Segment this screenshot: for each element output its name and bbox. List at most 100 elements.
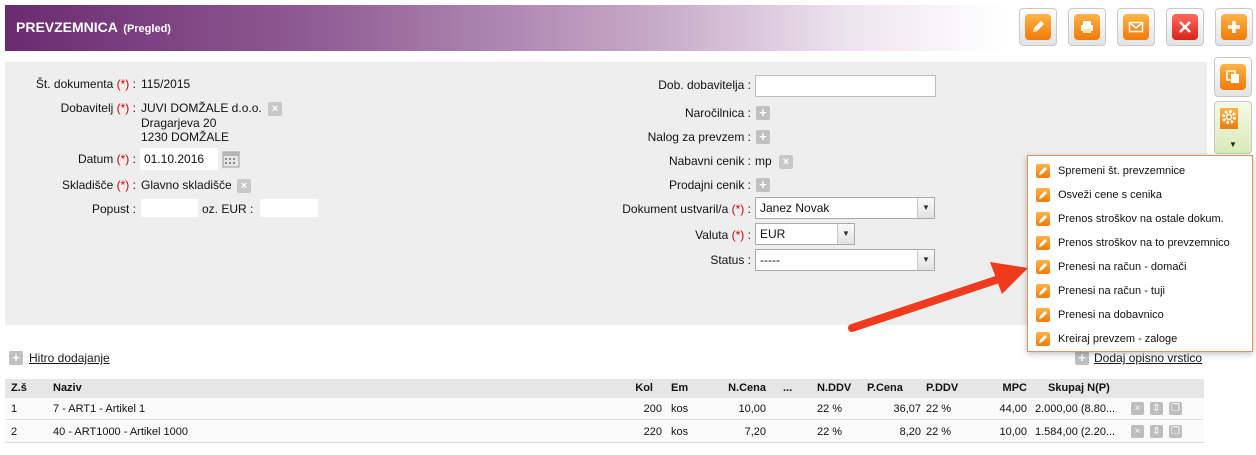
cell-naziv: 7 - ART1 - Artikel 1 xyxy=(53,403,146,415)
cell-zs: 1 xyxy=(11,403,18,415)
currency-label: Valuta (*) : xyxy=(695,228,751,242)
receipt-order-label: Nalog za prevzem : xyxy=(647,130,751,144)
calendar-icon[interactable] xyxy=(222,150,240,171)
close-icon xyxy=(1172,14,1198,40)
menu-item-invoice-foreign[interactable]: Prenesi na račun - tuji xyxy=(1036,281,1248,301)
supplier-doc-label: Dob. dobavitelja : xyxy=(658,78,751,92)
add-description-row-icon[interactable]: + xyxy=(1075,351,1089,365)
supplier-city: 1230 DOMŽALE xyxy=(141,130,230,144)
edit-icon xyxy=(1036,308,1050,322)
purchase-price-label: Nabavni cenik : xyxy=(668,154,751,168)
supplier-address: Dragarjeva 20 xyxy=(141,116,217,130)
col-pddv[interactable]: P.DDV xyxy=(926,382,958,394)
menu-item-costs-this-doc[interactable]: Prenos stroškov na to prevzemnico xyxy=(1036,233,1248,253)
cell-zs: 2 xyxy=(11,426,18,438)
delete-row-icon[interactable]: × xyxy=(1131,402,1144,415)
col-zs[interactable]: Z.š xyxy=(11,382,27,394)
page-title: PREVZEMNICA (Pregled) xyxy=(16,19,171,35)
settings-button[interactable]: ▼ xyxy=(1214,101,1252,154)
created-by-label: Dokument ustvaril/a (*) : xyxy=(622,202,751,216)
currency-value: EUR xyxy=(760,227,786,241)
print-button[interactable] xyxy=(1068,8,1106,46)
delete-row-icon[interactable]: × xyxy=(1131,425,1144,438)
edit-button[interactable] xyxy=(1019,8,1057,46)
menu-item-invoice-domestic[interactable]: Prenesi na račun - domači xyxy=(1036,257,1248,277)
cell-skupaj: 2.000,00 (8.80... xyxy=(1035,403,1116,415)
cell-pddv: 22 % xyxy=(926,426,952,438)
col-naziv[interactable]: Naziv xyxy=(53,382,82,394)
cell-ncena: 7,20 xyxy=(744,426,766,438)
clear-warehouse-icon[interactable]: × xyxy=(237,179,251,193)
move-row-icon[interactable]: ⇕ xyxy=(1150,425,1163,438)
add-button[interactable] xyxy=(1215,8,1253,46)
col-em[interactable]: Em xyxy=(671,382,688,394)
copy-button[interactable] xyxy=(1214,57,1252,97)
created-by-value: Janez Novak xyxy=(760,201,830,215)
edit-icon xyxy=(1036,188,1050,202)
table-row[interactable]: 2 40 - ART1000 - Artikel 1000 220 kos 7,… xyxy=(5,421,1204,443)
edit-icon xyxy=(1036,236,1050,250)
cell-ncena: 10,00 xyxy=(738,403,766,415)
cell-kol: 220 xyxy=(643,426,662,438)
cell-pddv: 22 % xyxy=(926,403,952,415)
copy-row-icon[interactable]: ❐ xyxy=(1169,402,1182,415)
date-value: 01.10.2016 xyxy=(144,152,205,166)
col-nddv[interactable]: N.DDV xyxy=(817,382,851,394)
order-label: Naročilnica : xyxy=(684,106,751,120)
doc-number-value: 115/2015 xyxy=(141,77,191,91)
purchase-price-value: mp xyxy=(755,154,772,168)
page-subtitle: (Pregled) xyxy=(123,23,171,35)
quick-add-icon[interactable]: + xyxy=(9,351,23,365)
quick-add-link[interactable]: Hitro dodajanje xyxy=(29,351,110,365)
created-by-select[interactable]: Janez Novak ▼ xyxy=(755,197,935,219)
copy-row-icon[interactable]: ❐ xyxy=(1169,425,1182,438)
delete-button[interactable] xyxy=(1166,8,1204,46)
menu-item-create-receipt-stock[interactable]: Kreiraj prevzem - zaloge xyxy=(1036,329,1248,349)
supplier-label: Dobavitelj (*) : xyxy=(60,101,136,115)
status-label: Status : xyxy=(710,253,751,267)
doc-number-label: Št. dokumenta (*) : xyxy=(35,77,136,91)
col-pcena[interactable]: P.Cena xyxy=(867,382,903,394)
cell-mpc: 10,00 xyxy=(999,426,1027,438)
menu-item-change-number[interactable]: Spremeni št. prevzemnice xyxy=(1036,161,1248,181)
cell-mpc: 44,00 xyxy=(999,403,1027,415)
supplier-doc-input[interactable] xyxy=(755,75,936,97)
discount-eur-input[interactable] xyxy=(260,199,318,217)
menu-item-costs-other-docs[interactable]: Prenos stroškov na ostale dokum. xyxy=(1036,209,1248,229)
cell-em: kos xyxy=(671,403,689,415)
date-field[interactable]: 01.10.2016 xyxy=(140,148,218,170)
menu-item-refresh-prices[interactable]: Osveži cene s cenika xyxy=(1036,185,1248,205)
add-receipt-order-icon[interactable]: + xyxy=(756,130,770,144)
col-skupaj[interactable]: Skupaj N(P) xyxy=(1048,382,1110,394)
cell-kol: 200 xyxy=(643,403,662,415)
add-icon xyxy=(1221,14,1247,40)
discount-label: Popust : xyxy=(91,202,136,216)
col-kol[interactable]: Kol xyxy=(635,382,653,394)
cell-pcena: 8,20 xyxy=(899,426,921,438)
discount-percent-input[interactable] xyxy=(141,199,198,217)
col-mpc[interactable]: MPC xyxy=(1003,382,1027,394)
settings-dropdown-menu: Spremeni št. prevzemnice Osveži cene s c… xyxy=(1027,155,1253,352)
sales-price-label: Prodajni cenik : xyxy=(668,178,751,192)
menu-item-delivery-note[interactable]: Prenesi na dobavnico xyxy=(1036,305,1248,325)
mail-button[interactable] xyxy=(1117,8,1155,46)
table-row[interactable]: 1 7 - ART1 - Artikel 1 200 kos 10,00 22 … xyxy=(5,398,1204,420)
discount-eur-label: oz. EUR : xyxy=(202,202,254,216)
clear-purchase-price-icon[interactable]: × xyxy=(779,155,793,169)
col-ncena[interactable]: N.Cena xyxy=(728,382,766,394)
col-more[interactable]: ... xyxy=(783,382,792,394)
add-order-icon[interactable]: + xyxy=(756,106,770,120)
currency-select[interactable]: EUR ▼ xyxy=(755,223,855,245)
cell-naziv: 40 - ART1000 - Artikel 1000 xyxy=(53,426,188,438)
add-description-row-link[interactable]: Dodaj opisno vrstico xyxy=(1094,351,1202,365)
cell-em: kos xyxy=(671,426,689,438)
edit-icon xyxy=(1025,14,1051,40)
clear-supplier-icon[interactable]: × xyxy=(268,102,282,116)
add-sales-price-icon[interactable]: + xyxy=(756,178,770,192)
edit-icon xyxy=(1036,260,1050,274)
move-row-icon[interactable]: ⇕ xyxy=(1150,402,1163,415)
chevron-down-icon: ▼ xyxy=(1229,140,1237,149)
status-value: ----- xyxy=(760,253,780,267)
warehouse-label: Skladišče (*) : xyxy=(61,178,136,192)
table-header: Z.š Naziv Kol Em N.Cena ... N.DDV P.Cena… xyxy=(5,379,1204,398)
